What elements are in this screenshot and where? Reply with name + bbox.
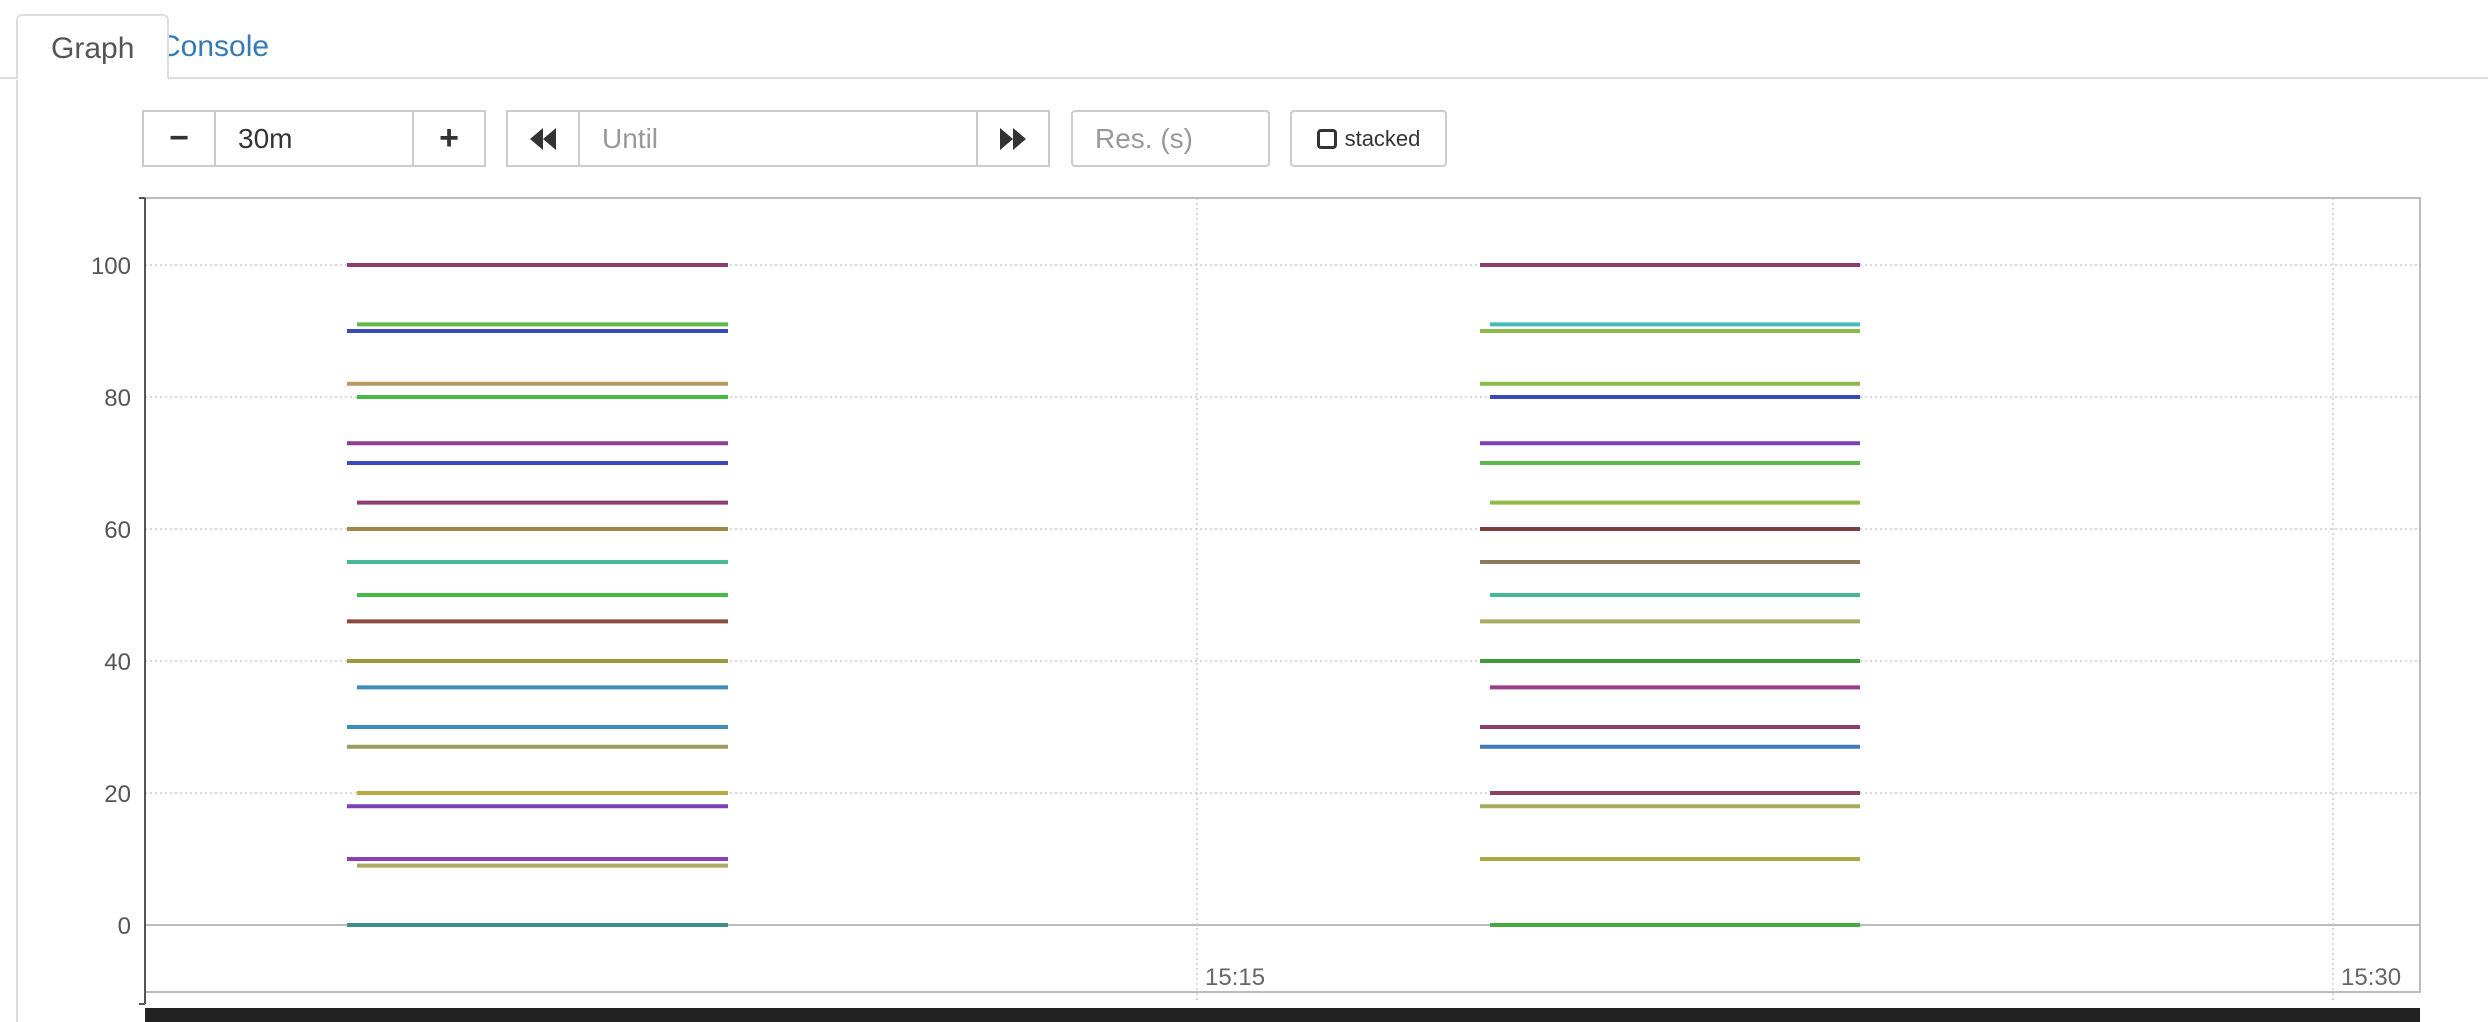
axis-layer: 0 20 40 60 80 100 15:15 15:30: [91, 197, 2421, 1005]
range-decrease-button[interactable]: −: [142, 110, 216, 167]
fast-backward-icon: [530, 127, 556, 150]
series-layer: [347, 263, 1860, 927]
graph-chart: 0 20 40 60 80 100 15:15 15:30: [91, 197, 2421, 1005]
x-tick-label: 15:15: [1205, 964, 1265, 991]
y-tick-label: 100: [91, 253, 131, 280]
minus-icon: −: [169, 119, 189, 157]
tab-graph[interactable]: Graph: [16, 14, 170, 80]
y-tick-label: 20: [104, 781, 131, 808]
y-tick-label: 0: [118, 913, 131, 940]
checkbox-icon: [1316, 128, 1337, 149]
graph-legend-bar: [145, 1008, 2420, 1022]
range-input[interactable]: 30m: [214, 110, 414, 167]
x-tick-label: 15:30: [2341, 964, 2401, 991]
tab-bar: Graph Console: [0, 0, 2488, 80]
range-increase-button[interactable]: +: [412, 110, 486, 167]
y-tick-label: 40: [104, 649, 131, 676]
stacked-toggle-button[interactable]: stacked: [1290, 110, 1447, 167]
fast-forward-icon: [1000, 127, 1026, 150]
resolution-input[interactable]: Res. (s): [1071, 110, 1270, 167]
y-tick-label: 60: [104, 517, 131, 544]
plus-icon: +: [439, 119, 459, 157]
stacked-label: stacked: [1344, 125, 1421, 151]
end-forward-button[interactable]: [976, 110, 1050, 167]
until-input[interactable]: Until: [578, 110, 978, 167]
y-tick-label: 80: [104, 385, 131, 412]
end-back-button[interactable]: [506, 110, 580, 167]
grid-layer: [145, 198, 2420, 1000]
